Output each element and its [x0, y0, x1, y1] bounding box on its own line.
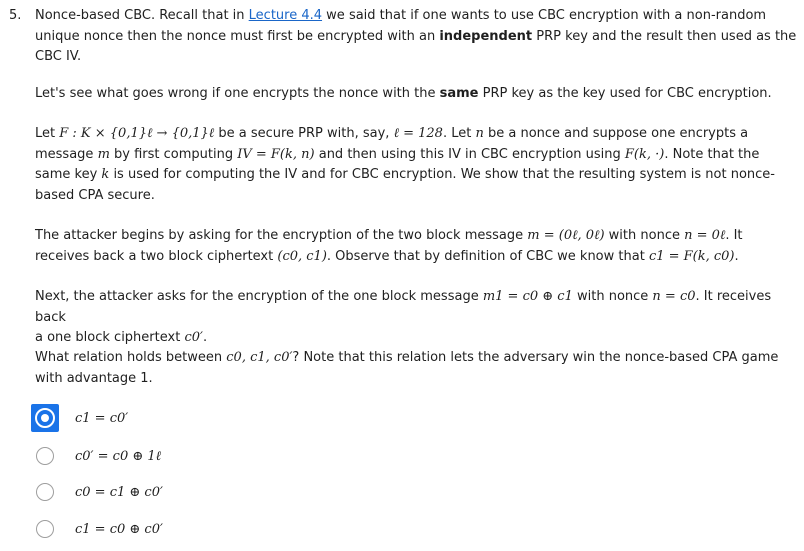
- n-math: n: [475, 126, 484, 141]
- prompt-text: What relation holds between: [35, 350, 227, 365]
- intro-text-3: unique nonce then the nonce must first b…: [35, 28, 440, 44]
- message-math: m = (0ℓ, 0ℓ): [527, 228, 605, 243]
- same-emphasis: same: [439, 86, 479, 101]
- setup-text: by first computing: [109, 146, 238, 162]
- nonce2-math: n = c0: [652, 289, 696, 304]
- step2-text: with nonce: [572, 289, 653, 304]
- independent-emphasis: independent: [439, 28, 533, 44]
- step2-text: Next, the attacker asks for the encrypti…: [35, 289, 483, 304]
- step1-text: .: [734, 248, 739, 264]
- prompt-text: ? Note that this relation lets the adver…: [292, 350, 779, 365]
- setup-text: message: [35, 146, 98, 162]
- option-label: c1 = c0′: [75, 410, 129, 426]
- lecture-link[interactable]: Lecture 4.4: [249, 8, 322, 23]
- intro-text-5: CBC IV.: [35, 49, 82, 64]
- radio-icon[interactable]: [36, 447, 54, 465]
- step1-text: with nonce: [604, 228, 685, 243]
- vars-math: c0, c1, c0′: [226, 350, 293, 365]
- attack-step1-paragraph: The attacker begins by asking for the en…: [35, 226, 743, 267]
- ell-math: ℓ = 128: [393, 126, 443, 141]
- m-math: m: [97, 146, 110, 162]
- setup-paragraph: Let F : K × {0,1}ℓ → {0,1}ℓ be a secure …: [35, 124, 775, 206]
- attack-step2-paragraph: Next, the attacker asks for the encrypti…: [35, 287, 804, 349]
- setup-text: . Let: [442, 126, 476, 141]
- setup-text: Let: [35, 126, 60, 141]
- fk-math: F(k, ·): [624, 146, 665, 162]
- question-prompt: What relation holds between c0, c1, c0′?…: [35, 348, 778, 389]
- answer-option-1[interactable]: c1 = c0′: [31, 403, 431, 433]
- radio-selected-icon[interactable]: [31, 404, 59, 432]
- same-key-text-2: PRP key as the key used for CBC encrypti…: [478, 86, 772, 101]
- radio-icon[interactable]: [36, 520, 54, 538]
- setup-text: same key: [35, 167, 102, 182]
- answer-option-3[interactable]: c0 = c1 ⊕ c0′: [31, 477, 431, 507]
- c0prime-math: c0′: [184, 330, 203, 345]
- same-key-paragraph: Let's see what goes wrong if one encrypt…: [35, 84, 772, 105]
- step2-text: a one block ciphertext: [35, 330, 185, 345]
- option-label: c0 = c1 ⊕ c0′: [75, 484, 163, 500]
- same-key-text: Let's see what goes wrong if one encrypt…: [35, 86, 440, 101]
- c1-def-math: c1 = F(k, c0): [648, 248, 735, 264]
- step1-text: . Observe that by definition of CBC we k…: [326, 248, 649, 264]
- intro-text: Nonce-based CBC. Recall that in: [35, 8, 249, 23]
- setup-text: is used for computing the IV and for CBC…: [109, 167, 775, 182]
- step1-text: The attacker begins by asking for the en…: [35, 228, 528, 243]
- nonce-math: n = 0ℓ: [684, 228, 726, 243]
- step1-text: . It: [725, 228, 743, 243]
- option-label: c1 = c0 ⊕ c0′: [75, 521, 163, 537]
- step2-text: .: [202, 330, 208, 345]
- setup-text: be a nonce and suppose one encrypts a: [483, 126, 749, 141]
- intro-text-2: we said that if one wants to use CBC enc…: [322, 8, 767, 23]
- answer-option-4[interactable]: c1 = c0 ⊕ c0′: [31, 514, 431, 544]
- prp-signature-math: F : K × {0,1}ℓ → {0,1}ℓ: [59, 126, 215, 141]
- setup-text: . Note that the: [664, 146, 760, 162]
- answer-option-2[interactable]: c0′ = c0 ⊕ 1ℓ: [31, 441, 431, 471]
- setup-text: be a secure PRP with, say,: [214, 126, 394, 141]
- option-label: c0′ = c0 ⊕ 1ℓ: [75, 449, 162, 464]
- step1-text: receives back a two block ciphertext: [35, 248, 278, 264]
- question-number: 5.: [9, 8, 22, 23]
- prompt-text: with advantage 1.: [35, 370, 153, 386]
- setup-text: and then using this IV in CBC encryption…: [314, 146, 625, 162]
- m1-math: m1 = c0 ⊕ c1: [482, 289, 573, 304]
- iv-math: IV = F(k, n): [237, 146, 315, 162]
- intro-paragraph: Nonce-based CBC. Recall that in Lecture …: [35, 6, 796, 68]
- radio-icon[interactable]: [36, 483, 54, 501]
- setup-text: based CPA secure.: [35, 187, 155, 203]
- ciphertext-math: (c0, c1): [277, 248, 327, 264]
- intro-text-4: PRP key and the result then used as the: [532, 28, 797, 44]
